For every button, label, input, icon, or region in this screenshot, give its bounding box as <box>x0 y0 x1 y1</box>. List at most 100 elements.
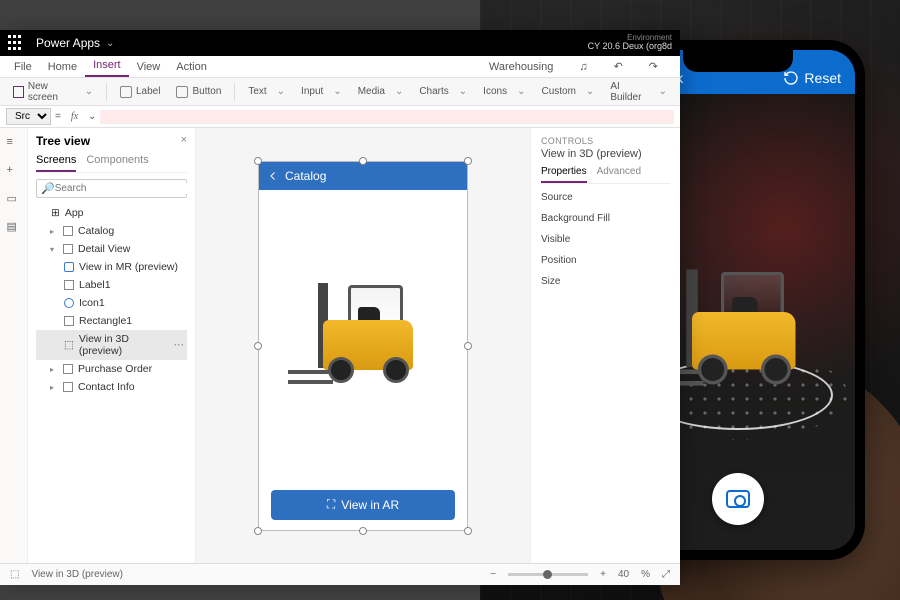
tree-node-detail[interactable]: ▾Detail View <box>36 240 187 258</box>
product-title: Power Apps <box>36 36 100 50</box>
status-bar: ⬚ View in 3D (preview) − + 40 % ⤢ <box>0 563 680 585</box>
custom-menu[interactable]: Custom⌄ <box>534 82 601 101</box>
checker-icon[interactable]: ♫ <box>571 57 595 77</box>
search-icon: 🔎 <box>41 182 55 195</box>
zoom-slider[interactable] <box>508 573 588 576</box>
tree-node-mr[interactable]: View in MR (preview) <box>36 258 187 276</box>
phone-camera-button[interactable] <box>712 473 764 525</box>
environment-label: Environment <box>588 34 672 43</box>
tab-advanced[interactable]: Advanced <box>597 166 641 183</box>
tab-properties[interactable]: Properties <box>541 166 587 183</box>
tree-node-label1[interactable]: Label1 <box>36 276 187 294</box>
tree-search[interactable]: 🔎 <box>36 179 187 198</box>
environment-picker[interactable]: Environment CY 20.6 Deux (org8d <box>588 34 672 53</box>
resize-handle[interactable] <box>359 527 367 535</box>
view-in-ar-button[interactable]: ⛶ View in AR <box>271 490 455 520</box>
chevron-down-icon[interactable]: ⌄ <box>106 38 114 49</box>
media-menu[interactable]: Media⌄ <box>351 82 411 101</box>
status-selection-label: View in 3D (preview) <box>31 569 123 580</box>
menu-bar: File Home Insert View Action Warehousing… <box>0 56 680 78</box>
zoom-value: 40 <box>618 569 629 580</box>
tree-node-app[interactable]: ⊞App <box>36 204 187 222</box>
prop-position[interactable]: Position <box>541 255 670 266</box>
tree-label: Label1 <box>79 279 111 291</box>
zoom-out-button[interactable]: − <box>490 569 496 580</box>
new-screen-button[interactable]: New screen⌄ <box>6 77 100 107</box>
tab-components[interactable]: Components <box>86 154 148 172</box>
input-menu[interactable]: Input⌄ <box>294 82 349 101</box>
menu-insert[interactable]: Insert <box>85 55 129 77</box>
icons-label: Icons <box>483 86 507 97</box>
tree-tabs: Screens Components <box>36 154 187 173</box>
resize-handle[interactable] <box>464 157 472 165</box>
zoom-in-button[interactable]: + <box>600 569 606 580</box>
tree-label: View in 3D (preview) <box>79 333 169 357</box>
text-menu[interactable]: Text⌄ <box>241 82 292 101</box>
menu-file[interactable]: File <box>6 57 40 77</box>
forklift-model <box>288 275 438 405</box>
ai-label: AI Builder <box>610 81 648 103</box>
view-in-ar-label: View in AR <box>341 498 399 512</box>
tree-label: Icon1 <box>79 297 105 309</box>
new-screen-icon <box>13 86 24 98</box>
rail-data-icon[interactable]: ▭ <box>7 192 21 206</box>
tree-node-more-icon[interactable]: ⋯ <box>174 339 186 351</box>
label-button[interactable]: Label <box>113 82 167 102</box>
design-canvas[interactable]: Catalog ⛶ View in AR <box>196 128 530 563</box>
phone-reset-button[interactable]: Reset <box>783 70 841 86</box>
formula-input[interactable] <box>100 110 674 124</box>
tree-node-catalog[interactable]: ▸Catalog <box>36 222 187 240</box>
cube-icon: ⛶ <box>327 497 335 512</box>
label-icon <box>120 86 132 98</box>
prop-size[interactable]: Size <box>541 276 670 287</box>
formula-bar: Src = fx ⌄ <box>0 106 680 128</box>
tree-search-input[interactable] <box>55 183 187 194</box>
redo-icon[interactable]: ↷ <box>641 56 666 77</box>
tree-label: Catalog <box>78 225 114 237</box>
app-launcher-icon[interactable] <box>8 35 24 51</box>
button-text: Button <box>192 86 221 97</box>
button-button[interactable]: Button <box>169 82 228 102</box>
phone-notch <box>683 50 793 72</box>
tree-title: Tree view <box>36 134 187 148</box>
tree-app-label: App <box>65 207 84 219</box>
resize-handle[interactable] <box>464 342 472 350</box>
ai-builder-menu[interactable]: AI Builder⌄ <box>603 77 674 107</box>
tree-node-view3d[interactable]: ⬚View in 3D (preview)⋯ <box>36 330 187 360</box>
prop-visible[interactable]: Visible <box>541 234 670 245</box>
tree-node-icon1[interactable]: Icon1 <box>36 294 187 312</box>
menu-home[interactable]: Home <box>40 57 85 77</box>
menu-action[interactable]: Action <box>168 57 215 77</box>
tree-node-purchase[interactable]: ▸Purchase Order <box>36 360 187 378</box>
prop-bg-fill[interactable]: Background Fill <box>541 213 670 224</box>
rail-insert-icon[interactable]: + <box>7 164 21 178</box>
prop-source[interactable]: Source <box>541 192 670 203</box>
canvas-screen[interactable]: Catalog ⛶ View in AR <box>258 161 468 531</box>
resize-handle[interactable] <box>254 342 262 350</box>
status-cube-icon: ⬚ <box>10 569 19 580</box>
property-selector[interactable]: Src <box>6 108 51 125</box>
menu-view[interactable]: View <box>129 57 169 77</box>
props-control-name: View in 3D (preview) <box>541 148 670 160</box>
custom-label: Custom <box>541 86 575 97</box>
new-screen-label: New screen <box>28 81 75 103</box>
canvas-3d-viewport[interactable] <box>259 190 467 490</box>
tree-node-contact[interactable]: ▸Contact Info <box>36 378 187 396</box>
resize-handle[interactable] <box>464 527 472 535</box>
icons-menu[interactable]: Icons⌄ <box>476 82 532 101</box>
resize-handle[interactable] <box>359 157 367 165</box>
resize-handle[interactable] <box>254 157 262 165</box>
undo-icon[interactable]: ↶ <box>606 56 631 77</box>
tree-node-rect1[interactable]: Rectangle1 <box>36 312 187 330</box>
tree-close-button[interactable]: × <box>181 134 187 146</box>
reset-icon <box>783 70 799 86</box>
resize-handle[interactable] <box>254 527 262 535</box>
rail-tree-icon[interactable]: ≡ <box>7 136 21 150</box>
fit-icon[interactable]: ⤢ <box>662 569 670 580</box>
text-label: Text <box>248 86 266 97</box>
charts-menu[interactable]: Charts⌄ <box>412 82 474 101</box>
tab-screens[interactable]: Screens <box>36 154 76 172</box>
input-label: Input <box>301 86 323 97</box>
chevron-left-icon <box>267 170 279 182</box>
rail-media-icon[interactable]: ▤ <box>7 220 21 234</box>
